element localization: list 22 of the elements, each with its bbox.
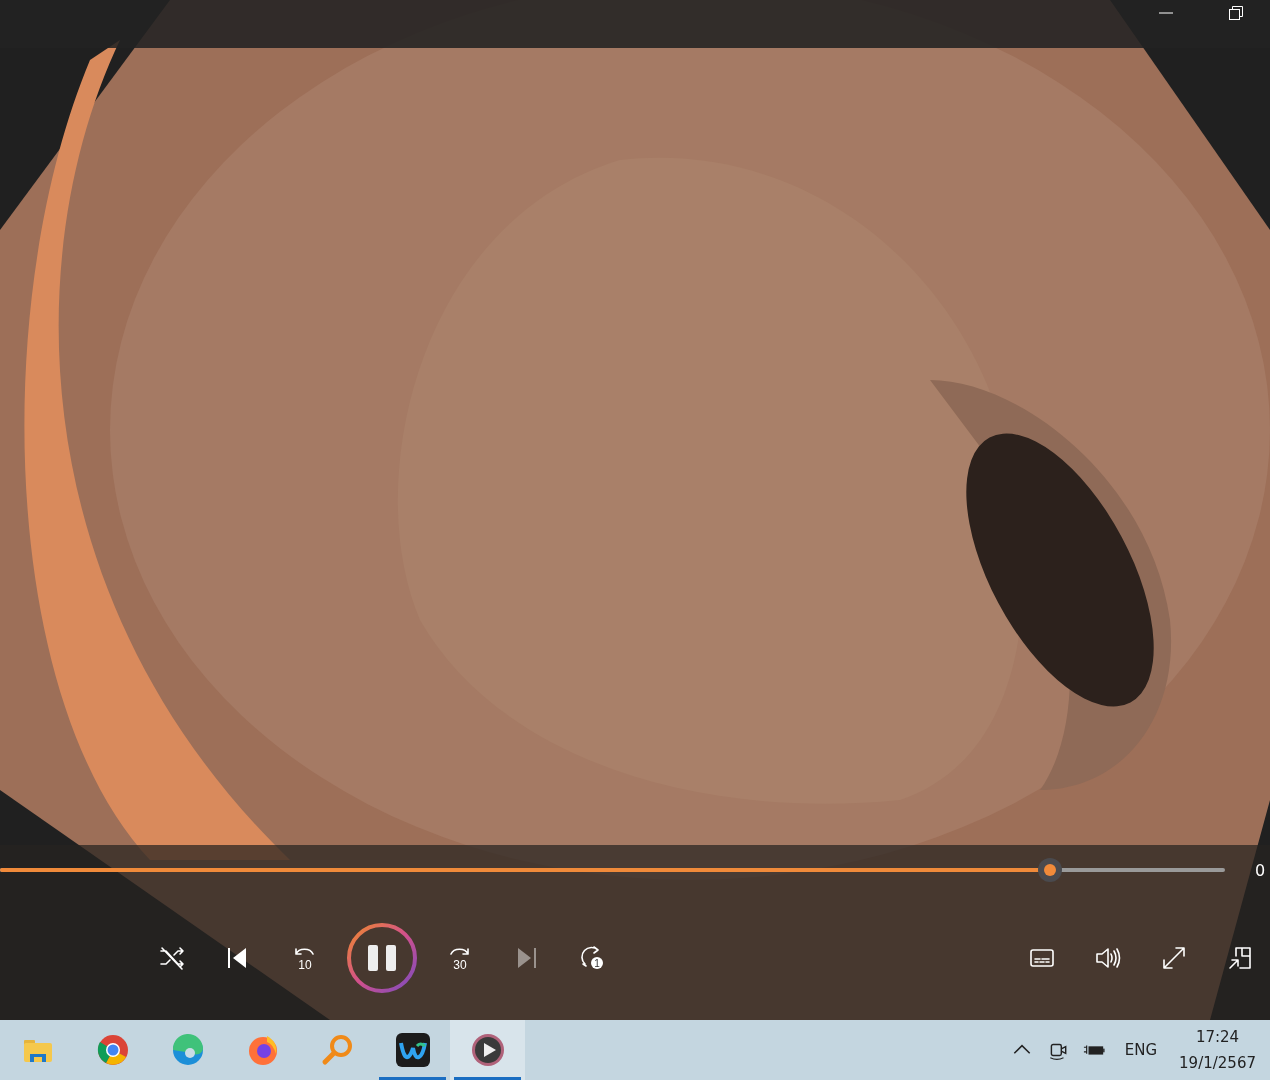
taskbar-button[interactable]: [450, 1020, 525, 1080]
app-icon: [394, 1032, 431, 1068]
clock-time: 17:24: [1195, 1027, 1240, 1048]
shuffle-icon: [158, 944, 186, 972]
expand-icon: [1160, 944, 1188, 972]
pause-button[interactable]: [346, 922, 418, 994]
time-label: 0: [1255, 860, 1266, 880]
seek-bar[interactable]: [0, 858, 1225, 882]
repeat-button[interactable]: 1: [568, 934, 616, 982]
seek-handle[interactable]: [1037, 858, 1062, 882]
clock[interactable]: 17:24 19/1/2567: [1179, 1024, 1256, 1076]
miniplayer-icon: [1226, 944, 1254, 972]
icon-number: 10: [298, 958, 312, 972]
icon-number: 1: [594, 958, 600, 969]
restore-icon[interactable]: [1228, 5, 1244, 21]
language-indicator[interactable]: ENG: [1124, 1041, 1158, 1059]
pause-icon: [368, 945, 396, 971]
skip-forward-button[interactable]: 30: [436, 934, 484, 982]
clock-date: 19/1/2567: [1179, 1053, 1256, 1074]
skip-back-button[interactable]: 10: [280, 934, 328, 982]
icon-number: 30: [453, 958, 467, 972]
play-icon: [469, 1032, 506, 1068]
